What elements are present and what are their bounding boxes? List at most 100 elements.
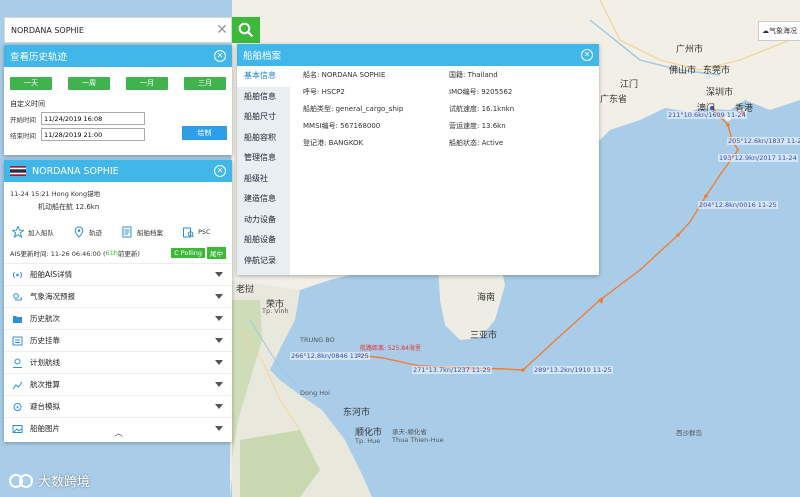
- map-city-label: Tp. Hue: [355, 437, 381, 445]
- map-city-label: 承天-顺化省: [392, 428, 427, 436]
- ship-archive-button[interactable]: 船舶档案: [121, 226, 163, 238]
- inspection-icon: [183, 227, 194, 238]
- chevron-down-icon: [215, 294, 223, 299]
- track-button[interactable]: 轨迹: [73, 226, 102, 238]
- tab-management[interactable]: 管理信息: [237, 148, 290, 169]
- route-icon: [13, 358, 22, 368]
- menu-item-label: 计划航线: [30, 358, 60, 367]
- psc-button[interactable]: PSC: [182, 226, 211, 238]
- track-point-label: 204°12.8kn/0016 11-25: [698, 201, 778, 209]
- end-time-input[interactable]: [41, 128, 145, 141]
- range-button-week[interactable]: 一周: [68, 77, 110, 90]
- menu-item-voyage-estimate[interactable]: 航次推算: [4, 373, 232, 395]
- map-city-label: 老挝: [236, 285, 255, 295]
- close-icon[interactable]: ✕: [214, 50, 226, 62]
- tab-ship-dimensions[interactable]: 船舶尺寸: [237, 107, 290, 128]
- weather-toggle[interactable]: ☁ 气象海况: [758, 21, 800, 41]
- range-button-month[interactable]: 一月: [126, 77, 168, 90]
- panel-title: 查看历史轨迹: [10, 52, 68, 63]
- track-point-label: 205°12.6kn/1837 11-24: [727, 137, 800, 145]
- range-button-3month[interactable]: 三月: [184, 77, 226, 90]
- menu-item-ais-detail[interactable]: 船舶AIS详情: [4, 263, 232, 285]
- track-point-label: 271°13.7kn/1237 11-25: [412, 366, 492, 374]
- add-to-fleet-label: 加入船队: [28, 229, 54, 237]
- ais-update-suffix: 前更新): [117, 250, 140, 258]
- chevron-down-icon: [215, 426, 223, 431]
- folder-icon: [13, 315, 22, 323]
- track-point-label: 289°13.2kn/1910 11-25: [533, 366, 613, 374]
- clear-icon[interactable]: ✕: [213, 22, 231, 38]
- close-icon[interactable]: ✕: [214, 165, 226, 177]
- track-label: 轨迹: [89, 229, 102, 237]
- field-call-sign: 呼号: HSCP2: [303, 88, 345, 96]
- track-point-label: 266°12.8kn/0846 11-25: [290, 352, 370, 360]
- status-badge: 尾中: [207, 247, 226, 259]
- map-city-label: 三亚市: [470, 331, 498, 341]
- menu-item-label: 航次推算: [30, 380, 60, 389]
- field-ship-status: 船舶状态: Active: [449, 139, 504, 147]
- menu-item-label: 历史航次: [30, 314, 60, 323]
- add-to-fleet-button[interactable]: 加入船队: [12, 226, 54, 238]
- track-point-label: 211°10.6kn/1609 11-24: [667, 111, 747, 119]
- ship-search-box: ✕: [4, 17, 232, 43]
- search-icon: [238, 22, 254, 38]
- map-city-label: TRUNG BO: [300, 336, 335, 344]
- map-city-label: 东河市: [343, 408, 371, 418]
- list-icon: [12, 336, 23, 345]
- collapse-up-icon[interactable]: ︿: [114, 426, 123, 439]
- panel-header: 船舶档案 ✕: [237, 44, 599, 66]
- map-city-label: 广东省: [600, 95, 628, 105]
- field-trial-speed: 试航速度: 16.1knkn: [449, 105, 515, 113]
- history-track-panel: 查看历史轨迹 ✕ 一天 一周 一月 三月 自定义时间 开始时间 结束时间 绘制: [4, 45, 232, 155]
- polling-badge[interactable]: C Polling: [171, 248, 205, 258]
- map-city-label: 佛山市: [669, 66, 697, 76]
- archive-tabs: 基本信息 船舶信息 船舶尺寸 船舶容积 管理信息 船级社 建造信息 动力设备 船…: [237, 66, 290, 275]
- ship-name: NORDANA SOPHIE: [32, 165, 119, 177]
- search-button[interactable]: [232, 17, 260, 43]
- image-icon: [12, 424, 23, 433]
- cloud-icon: ☁: [762, 27, 769, 35]
- tab-ship-info[interactable]: 船舶信息: [237, 87, 290, 108]
- close-icon[interactable]: ✕: [581, 49, 593, 61]
- map-city-label: 海南: [477, 293, 496, 303]
- map-city-label: 西沙群岛: [676, 429, 702, 437]
- draw-button[interactable]: 绘制: [182, 126, 227, 140]
- star-icon: [12, 226, 24, 238]
- start-time-input[interactable]: [41, 112, 145, 125]
- range-button-day[interactable]: 一天: [10, 77, 52, 90]
- tab-build-info[interactable]: 建造信息: [237, 189, 290, 210]
- menu-item-history-port[interactable]: 历史挂靠: [4, 329, 232, 351]
- brand-logo-text: 大数跨境: [38, 475, 91, 490]
- field-port-of-registry: 登记港: BANGKOK: [303, 139, 364, 147]
- menu-item-typhoon-sim[interactable]: 避台模拟: [4, 395, 232, 417]
- track-point-label: 193°12.9kn/2017 11-24: [718, 154, 798, 162]
- menu-item-weather[interactable]: 气象海况预报: [4, 285, 232, 307]
- field-nationality: 国籍: Thailand: [449, 71, 498, 79]
- tab-basic-info[interactable]: 基本信息: [237, 66, 290, 87]
- field-imo: IMO编号: 9205562: [449, 88, 513, 96]
- chevron-down-icon: [215, 382, 223, 387]
- chevron-down-icon: [215, 404, 223, 409]
- map-city-label: 广州市: [676, 45, 704, 55]
- field-ship-type: 船舶类型: general_cargo_ship: [303, 105, 404, 113]
- route-distance-label: 航路距离: 525.84海里: [360, 345, 421, 352]
- tab-ship-equipment[interactable]: 船舶设备: [237, 230, 290, 251]
- tab-power-equipment[interactable]: 动力设备: [237, 210, 290, 231]
- map-city-label: 江门: [620, 80, 639, 90]
- map-city-label: Tp. Vinh: [262, 307, 289, 315]
- ship-search-input[interactable]: [5, 17, 213, 43]
- logo-icon: [9, 473, 33, 488]
- field-ship-name: 船名: NORDANA SOPHIE: [303, 71, 386, 79]
- document-icon: [122, 226, 132, 238]
- menu-item-planned-route[interactable]: 计划航线: [4, 351, 232, 373]
- location-pin-icon: [74, 226, 84, 238]
- map-city-label: 深圳市: [706, 88, 734, 98]
- tab-layup-records[interactable]: 停航记录: [237, 251, 290, 272]
- chart-icon: [12, 381, 23, 389]
- menu-item-history-voyage[interactable]: 历史航次: [4, 307, 232, 329]
- tab-ship-capacity[interactable]: 船舶容积: [237, 128, 290, 149]
- tab-classification[interactable]: 船级社: [237, 169, 290, 190]
- menu-item-label: 船舶AIS详情: [30, 270, 73, 279]
- map-city-label: 东莞市: [703, 66, 731, 76]
- ship-status-text: 机动船在航 12.6kn: [38, 203, 100, 211]
